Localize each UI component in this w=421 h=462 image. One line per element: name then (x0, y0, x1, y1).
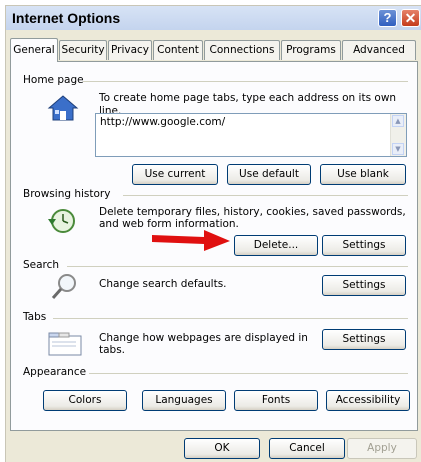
fonts-button[interactable]: Fonts (234, 390, 318, 411)
red-arrow-annotation (152, 230, 230, 251)
accessibility-button[interactable]: Accessibility (326, 390, 410, 411)
divider (89, 373, 408, 374)
home-page-url-field[interactable]: http://www.google.com/ ▲ ▼ (95, 113, 407, 157)
use-default-button[interactable]: Use default (227, 164, 311, 185)
delete-history-button[interactable]: Delete... (234, 235, 318, 256)
home-page-url: http://www.google.com/ (100, 116, 226, 128)
tabbed-window-icon (48, 332, 82, 356)
history-clock-icon (48, 209, 75, 233)
tab-privacy[interactable]: Privacy (108, 40, 152, 60)
use-blank-button[interactable]: Use blank (320, 164, 406, 185)
tab-programs[interactable]: Programs (281, 40, 341, 60)
scroll-down-icon[interactable]: ▼ (392, 143, 404, 155)
divider (83, 81, 408, 82)
tabs-description-line2: tabs. (99, 344, 126, 356)
tab-connections[interactable]: Connections (204, 40, 280, 60)
home-page-heading: Home page (23, 74, 84, 86)
scroll-up-icon[interactable]: ▲ (392, 115, 404, 127)
tab-general[interactable]: General (10, 38, 58, 62)
divider (123, 195, 408, 196)
tabs-settings-button[interactable]: Settings (322, 329, 406, 350)
search-settings-button[interactable]: Settings (322, 275, 406, 296)
colors-button[interactable]: Colors (43, 390, 127, 411)
house-icon (47, 95, 79, 121)
use-current-button[interactable]: Use current (132, 164, 218, 185)
tabs-heading: Tabs (23, 311, 47, 323)
search-heading: Search (23, 259, 60, 271)
appearance-heading: Appearance (23, 366, 87, 378)
divider (53, 318, 408, 319)
title-bar[interactable]: Internet Options ? ✕ (6, 6, 421, 30)
help-button[interactable]: ? (378, 9, 397, 27)
magnifier-icon (51, 274, 76, 299)
browsing-history-settings-button[interactable]: Settings (322, 235, 406, 256)
ok-button[interactable]: OK (184, 438, 260, 459)
window-title: Internet Options (12, 10, 121, 26)
cancel-button[interactable]: Cancel (269, 438, 345, 459)
divider (67, 266, 408, 267)
browsing-history-heading: Browsing history (23, 188, 111, 200)
tab-security[interactable]: Security (59, 40, 107, 60)
tabs-description-line1: Change how webpages are displayed in (99, 332, 308, 344)
close-button[interactable]: ✕ (401, 9, 420, 27)
scrollbar[interactable]: ▲ ▼ (390, 114, 406, 156)
tab-content[interactable]: Content (153, 40, 203, 60)
search-description: Change search defaults. (99, 278, 227, 290)
tab-advanced[interactable]: Advanced (342, 40, 416, 60)
apply-button[interactable]: Apply (347, 438, 417, 459)
languages-button[interactable]: Languages (142, 390, 226, 411)
